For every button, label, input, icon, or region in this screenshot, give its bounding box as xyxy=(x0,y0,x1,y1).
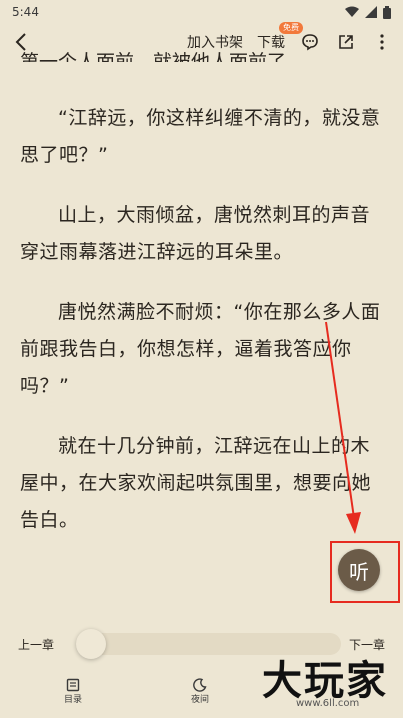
catalog-button[interactable]: 目录 xyxy=(64,678,82,705)
status-time: 5:44 xyxy=(12,5,39,19)
more-vertical-icon xyxy=(380,34,384,50)
signal-icon xyxy=(365,6,377,18)
catalog-icon xyxy=(66,678,80,692)
watermark-url: www.6ll.com xyxy=(296,698,360,709)
paragraph: “江辞远，你这样纠缠不清的，就没意思了吧？” xyxy=(20,107,381,166)
moon-icon xyxy=(193,678,207,692)
night-label: 夜间 xyxy=(191,695,210,705)
slider-thumb[interactable] xyxy=(76,629,107,659)
annotation-arrow xyxy=(325,321,361,534)
wifi-icon xyxy=(345,6,359,17)
status-icons xyxy=(345,5,391,19)
catalog-label: 目录 xyxy=(64,695,83,705)
battery-icon xyxy=(383,5,391,19)
paragraph: 山上，大雨倾盆，唐悦然刺耳的声音穿过雨幕落进江辞远的耳朵里。 xyxy=(20,204,371,263)
listen-button[interactable]: 听 xyxy=(338,549,380,591)
status-bar: 5:44 xyxy=(0,0,403,24)
prev-chapter-button[interactable]: 上一章 xyxy=(18,636,54,653)
night-mode-button[interactable]: 夜间 xyxy=(191,678,209,705)
clipped-text-line: 第一个人面前，就被他人面前了， xyxy=(20,51,306,62)
site-watermark: 大玩家 www.6ll.com xyxy=(262,648,403,718)
free-badge: 免费 xyxy=(279,22,303,34)
more-button[interactable] xyxy=(371,31,393,53)
